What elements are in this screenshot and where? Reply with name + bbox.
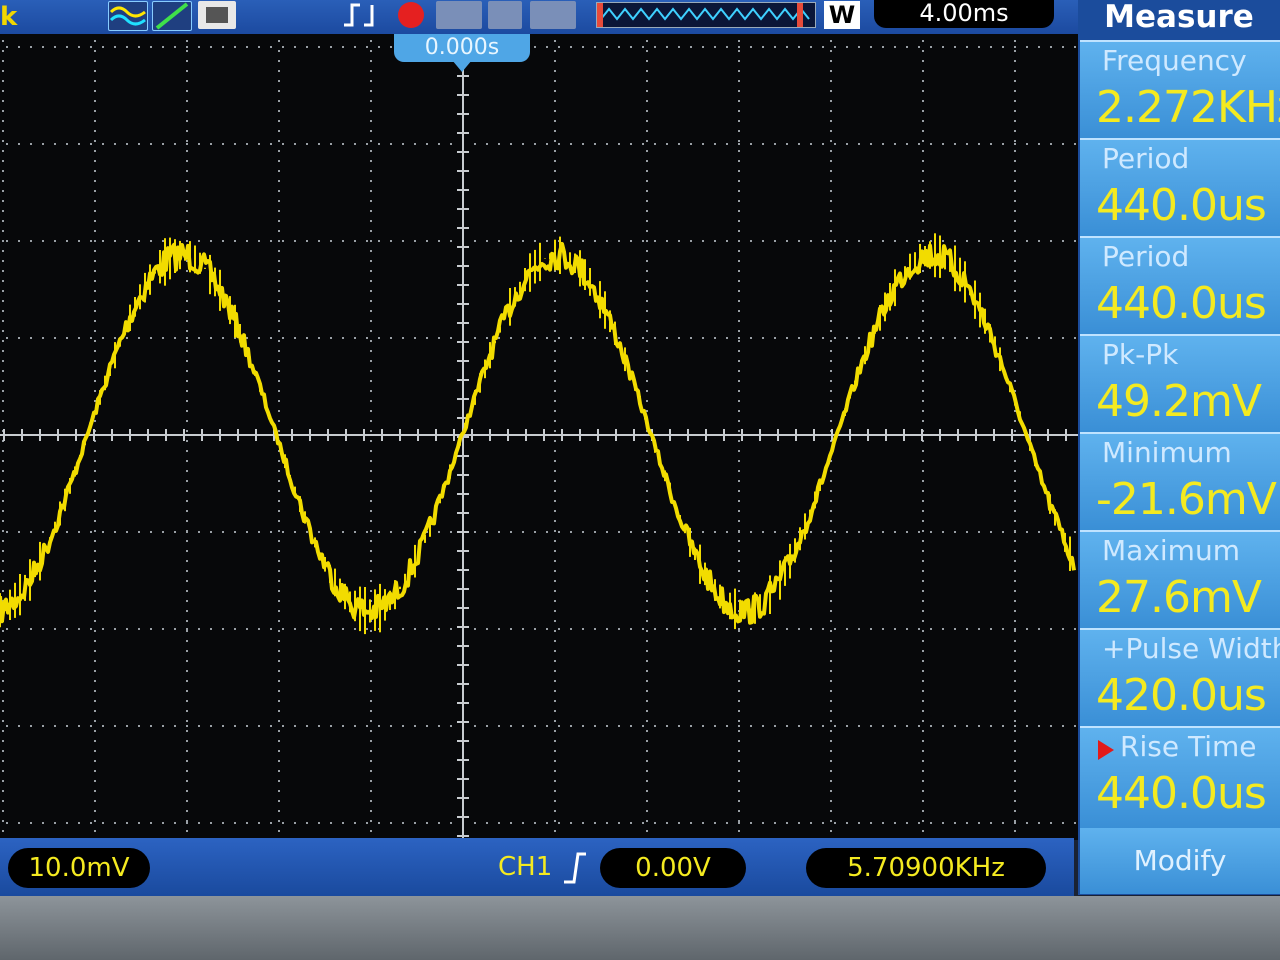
save-icon xyxy=(488,1,522,29)
measure-item-pk-pk[interactable]: Pk-Pk 49.2mV xyxy=(1080,334,1280,432)
measure-item-rise-time[interactable]: Rise Time 440.0us xyxy=(1080,726,1280,828)
trigger-frequency-readout: 5.70900KHz xyxy=(806,848,1046,888)
selection-arrow-icon xyxy=(1098,740,1114,760)
timebase-readout[interactable]: 4.00ms xyxy=(874,0,1054,28)
trigger-edge-icon xyxy=(338,1,386,29)
measure-label: Period xyxy=(1102,240,1190,273)
run-stop-icon[interactable] xyxy=(398,2,424,28)
measure-value: 440.0us xyxy=(1096,180,1267,231)
volts-per-div-readout[interactable]: 10.0mV xyxy=(8,848,150,888)
trigger-position-marker xyxy=(452,60,472,72)
waveform-display xyxy=(0,34,1080,840)
measure-item-maximum[interactable]: Maximum 27.6mV xyxy=(1080,530,1280,628)
graticule xyxy=(0,34,1080,840)
measure-value: 440.0us xyxy=(1096,768,1267,819)
measure-panel: Measure Frequency 2.272KHz Period 440.0u… xyxy=(1078,0,1280,895)
measure-label: Period xyxy=(1102,142,1190,175)
usb-icon xyxy=(436,1,482,29)
channel-label: CH1 xyxy=(498,852,553,882)
measure-label: Frequency xyxy=(1102,44,1247,77)
measure-value: 420.0us xyxy=(1096,670,1267,721)
color-wave-icon[interactable] xyxy=(108,1,148,31)
measure-item-period[interactable]: Period 440.0us xyxy=(1080,138,1280,236)
device-bezel xyxy=(0,896,1280,960)
measure-value: 440.0us xyxy=(1096,278,1267,329)
trace-noise xyxy=(0,233,1071,635)
measure-value: 49.2mV xyxy=(1096,376,1262,427)
center-axes xyxy=(0,34,1080,840)
rising-edge-icon xyxy=(564,852,586,884)
measure-item-period-2[interactable]: Period 440.0us xyxy=(1080,236,1280,334)
memory-depth-bar xyxy=(596,2,816,28)
measure-title: Measure xyxy=(1104,0,1254,35)
measure-value: -21.6mV xyxy=(1096,474,1277,525)
measure-label: +Pulse Width xyxy=(1102,632,1280,665)
status-bar: 10.0mV CH1 0.00V 5.70900KHz xyxy=(0,838,1074,896)
measure-label: Minimum xyxy=(1102,436,1232,469)
trigger-marker-letter: W xyxy=(824,1,860,29)
memory-icon xyxy=(530,1,576,29)
trigger-level-readout[interactable]: 0.00V xyxy=(600,848,746,888)
print-icon[interactable] xyxy=(198,1,236,29)
measure-value: 27.6mV xyxy=(1096,572,1262,623)
probe-icon[interactable] xyxy=(152,1,192,31)
modify-button[interactable]: Modify xyxy=(1080,828,1280,894)
measure-value: 2.272KHz xyxy=(1096,82,1280,133)
ch1-trace xyxy=(0,241,1076,625)
measure-item-pulse-width[interactable]: +Pulse Width 420.0us xyxy=(1080,628,1280,726)
trigger-position-label[interactable]: 0.000s xyxy=(394,34,530,62)
acquire-mode-text: k xyxy=(0,2,18,32)
measure-label: Maximum xyxy=(1102,534,1240,567)
measure-item-frequency[interactable]: Frequency 2.272KHz xyxy=(1080,40,1280,138)
measure-label: Pk-Pk xyxy=(1102,338,1179,371)
measure-item-minimum[interactable]: Minimum -21.6mV xyxy=(1080,432,1280,530)
top-toolbar: k W 4.00ms xyxy=(0,0,1080,34)
measure-label: Rise Time xyxy=(1120,730,1257,763)
